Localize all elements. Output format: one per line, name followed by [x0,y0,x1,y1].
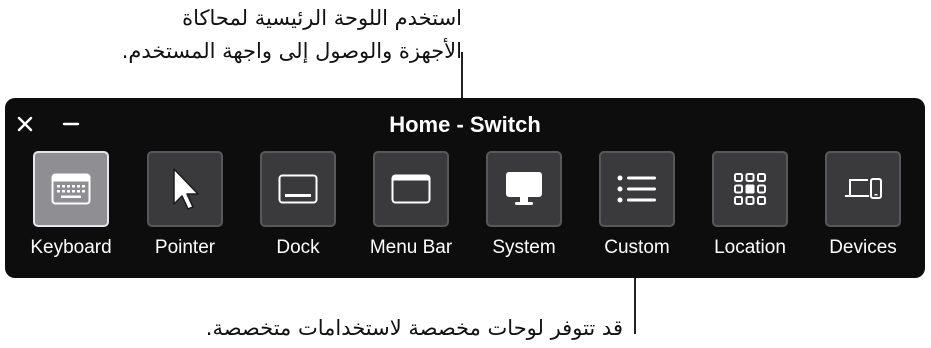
devices-label: Devices [829,237,897,258]
menu-bar-tile[interactable] [373,151,449,227]
keyboard-tile[interactable] [33,151,109,227]
custom-label: Custom [604,237,670,258]
pointer-tile[interactable] [147,151,223,227]
system-button[interactable]: System [474,151,574,259]
dock-icon [278,174,318,204]
system-tile[interactable] [486,151,562,227]
location-label: Location [714,237,786,258]
list-icon [617,175,656,203]
custom-tile[interactable] [599,151,675,227]
menu-bar-button[interactable]: Menu Bar [361,151,461,259]
pointer-arrow-icon [173,168,199,210]
home-switch-panel: Home - Switch Keyboard Pointer Dock Menu… [5,98,925,278]
top-callout-leader-line [461,52,463,98]
dock-label: Dock [276,237,320,258]
top-callout-line-1: استخدم اللوحة الرئيسية لمحاكاة [182,6,462,30]
devices-icon [845,178,882,199]
grid-icon [734,173,766,205]
devices-button[interactable]: Devices [813,151,913,259]
dock-tile[interactable] [260,151,336,227]
bottom-callout: قد تتوفر لوحات مخصصة لاستخدامات متخصصة. [205,316,623,340]
pointer-label: Pointer [154,237,216,258]
pointer-button[interactable]: Pointer [135,151,235,259]
keyboard-button[interactable]: Keyboard [21,151,121,259]
keyboard-label: Keyboard [30,237,112,258]
devices-tile[interactable] [825,151,901,227]
panel-title: Home - Switch [389,112,541,137]
menu-bar-icon [391,174,431,204]
custom-button[interactable]: Custom [587,151,687,259]
bottom-callout-leader-line [634,278,636,334]
keyboard-icon [51,173,91,205]
display-icon [506,172,542,205]
location-button[interactable]: Location [700,151,800,259]
system-label: System [492,237,556,258]
top-callout-line-2: الأجهزة والوصول إلى واجهة المستخدم. [121,39,462,63]
top-callout: استخدم اللوحة الرئيسية لمحاكاة الأجهزة و… [122,2,462,68]
location-tile[interactable] [712,151,788,227]
menu-bar-label: Menu Bar [369,237,453,258]
dock-button[interactable]: Dock [248,151,348,259]
